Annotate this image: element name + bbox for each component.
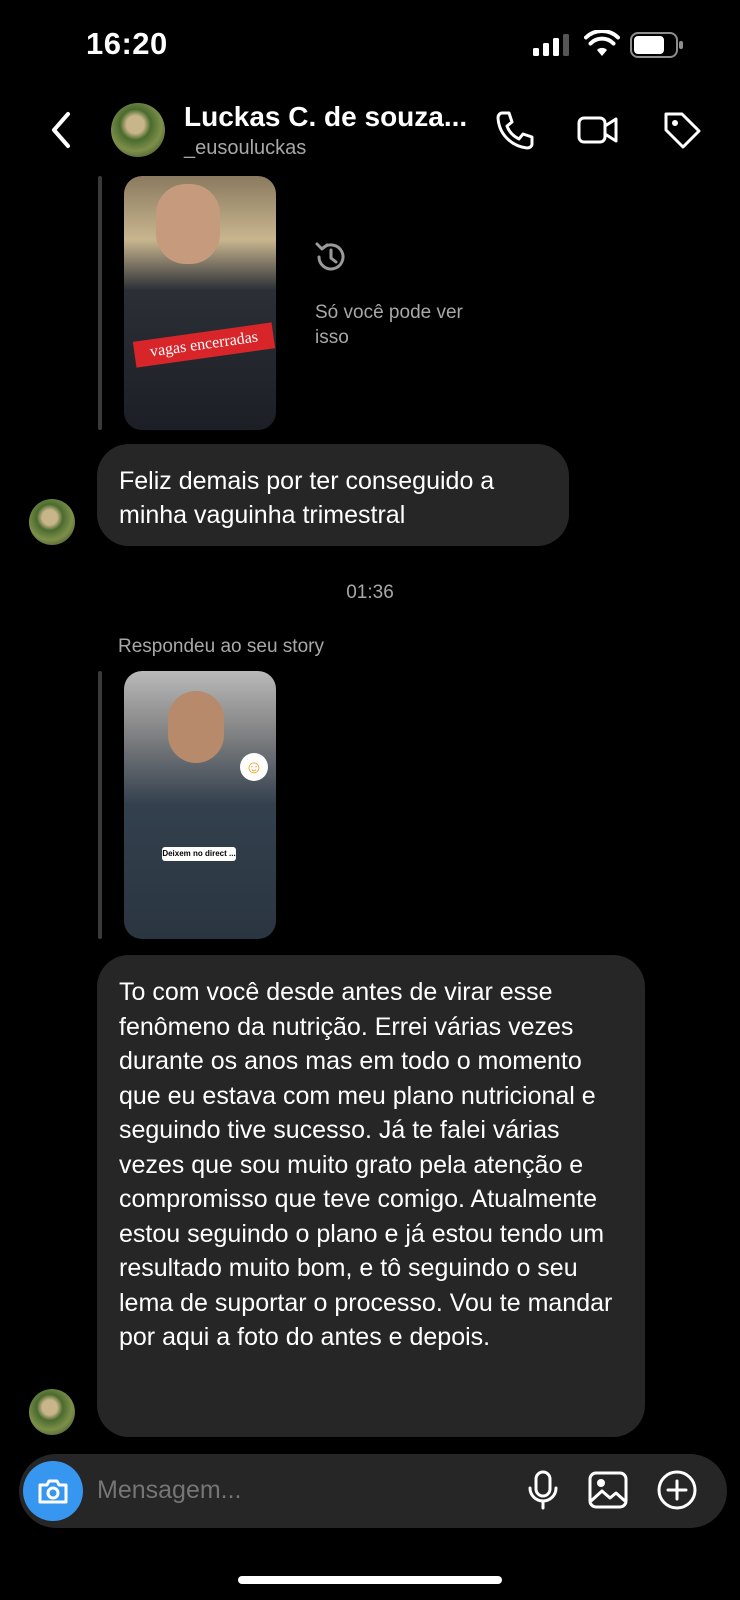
home-indicator — [238, 1576, 502, 1584]
avatar[interactable] — [111, 103, 165, 157]
chevron-left-icon[interactable] — [46, 108, 76, 152]
story-person-head — [168, 691, 224, 763]
message-text: Feliz demais por ter conseguido a minha … — [119, 467, 495, 529]
emoji-sticker: ☺ — [240, 753, 268, 781]
story-sticker: vagas encerradas — [132, 322, 276, 368]
microphone-icon[interactable] — [521, 1468, 565, 1512]
only-you-note: Só você pode ver isso — [315, 302, 463, 348]
avatar[interactable] — [29, 1389, 75, 1435]
reply-indicator — [98, 176, 102, 430]
message-text: To com você desde antes de virar esse fe… — [119, 978, 613, 1351]
message-bubble[interactable]: To com você desde antes de virar esse fe… — [97, 955, 645, 1437]
camera-icon — [38, 1479, 68, 1504]
timestamp: 01:36 — [346, 582, 394, 603]
signal-icon — [533, 34, 569, 56]
story-thumbnail[interactable]: vagas encerradas — [124, 176, 276, 430]
history-icon — [315, 242, 345, 271]
image-icon[interactable] — [586, 1468, 630, 1512]
reply-label: Respondeu ao seu story — [118, 636, 324, 657]
contact-name[interactable]: Luckas C. de souza... — [184, 101, 467, 133]
plus-circle-icon[interactable] — [655, 1468, 699, 1512]
story-caption: Deixem no direct ... — [162, 847, 236, 861]
wifi-icon — [584, 30, 620, 56]
tag-icon[interactable] — [660, 108, 704, 152]
contact-username[interactable]: _eusouluckas — [184, 137, 306, 160]
video-camera-icon[interactable] — [576, 108, 620, 152]
story-person-head — [156, 184, 220, 264]
phone-icon[interactable] — [493, 108, 537, 152]
message-input[interactable] — [97, 1476, 497, 1505]
camera-button[interactable] — [23, 1461, 83, 1521]
reply-indicator — [98, 671, 102, 939]
status-bar: 16:20 — [0, 0, 740, 90]
story-thumbnail[interactable]: ☺ Deixem no direct ... — [124, 671, 276, 939]
battery-icon — [630, 32, 683, 58]
message-bubble[interactable]: Feliz demais por ter conseguido a minha … — [97, 444, 569, 546]
status-time: 16:20 — [86, 26, 168, 61]
avatar[interactable] — [29, 499, 75, 545]
